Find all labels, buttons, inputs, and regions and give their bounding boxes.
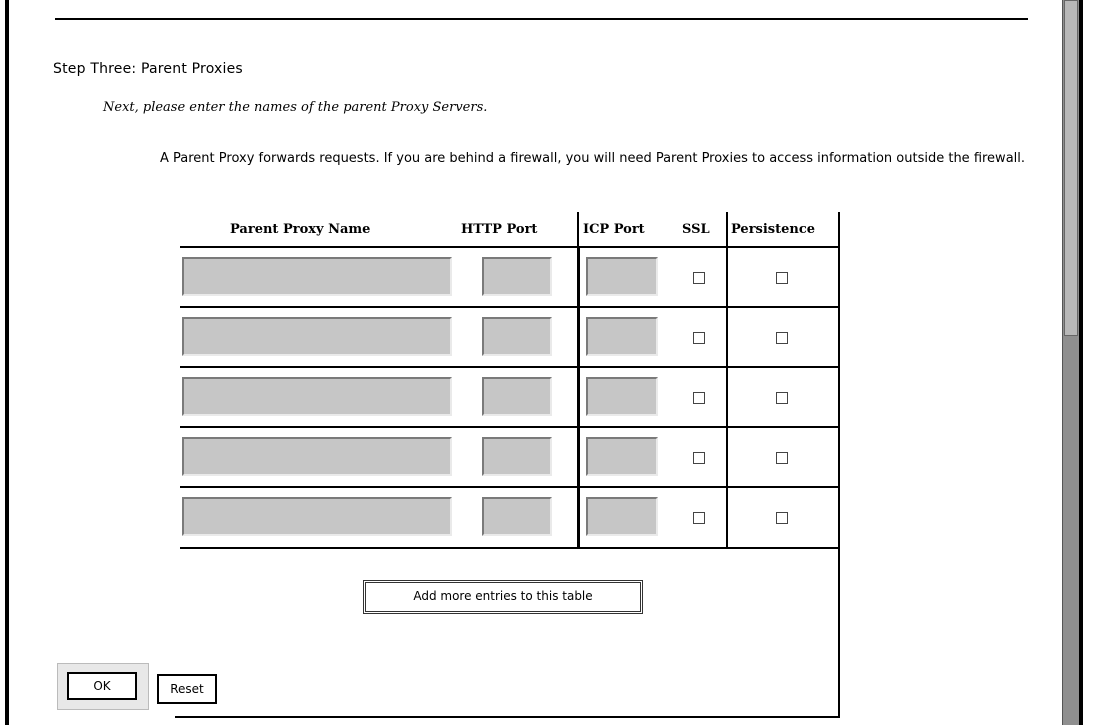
- description-text: A Parent Proxy forwards requests. If you…: [160, 151, 1026, 166]
- ok-button[interactable]: OK: [67, 672, 137, 700]
- proxy-name-input[interactable]: [182, 437, 452, 476]
- right-frame-border: [1079, 0, 1100, 725]
- column-divider: [577, 248, 580, 548]
- icp-port-input[interactable]: [586, 257, 658, 296]
- proxy-name-input[interactable]: [182, 377, 452, 416]
- table-bottom-border: [175, 716, 840, 718]
- icp-port-input[interactable]: [586, 497, 658, 536]
- step-heading: Step Three: Parent Proxies: [53, 61, 243, 77]
- http-port-input[interactable]: [482, 317, 552, 356]
- ssl-checkbox[interactable]: [693, 512, 705, 524]
- ssl-checkbox[interactable]: [693, 272, 705, 284]
- row-divider: [180, 547, 840, 549]
- column-header-icp-port: ICP Port: [583, 222, 645, 237]
- column-header-name: Parent Proxy Name: [230, 222, 371, 237]
- column-header-ssl: SSL: [682, 222, 710, 237]
- persistence-checkbox[interactable]: [776, 332, 788, 344]
- icp-port-input[interactable]: [586, 377, 658, 416]
- ok-button-frame: OK: [57, 663, 149, 710]
- http-port-input[interactable]: [482, 377, 552, 416]
- add-entries-button[interactable]: Add more entries to this table: [363, 580, 643, 614]
- http-port-input[interactable]: [482, 257, 552, 296]
- ssl-checkbox[interactable]: [693, 332, 705, 344]
- row-divider: [180, 366, 840, 368]
- persistence-checkbox[interactable]: [776, 512, 788, 524]
- proxy-name-input[interactable]: [182, 497, 452, 536]
- icp-port-input[interactable]: [586, 437, 658, 476]
- http-port-input[interactable]: [482, 497, 552, 536]
- proxy-name-input[interactable]: [182, 317, 452, 356]
- reset-button[interactable]: Reset: [157, 674, 217, 704]
- row-divider: [180, 426, 840, 428]
- http-port-input[interactable]: [482, 437, 552, 476]
- persistence-checkbox[interactable]: [776, 452, 788, 464]
- proxy-name-input[interactable]: [182, 257, 452, 296]
- persistence-checkbox[interactable]: [776, 272, 788, 284]
- persistence-checkbox[interactable]: [776, 392, 788, 404]
- column-divider: [726, 212, 728, 548]
- left-frame-border: [0, 0, 9, 725]
- row-divider: [180, 246, 840, 248]
- table-right-border: [838, 212, 840, 718]
- top-divider: [55, 18, 1028, 20]
- scrollbar-thumb[interactable]: [1064, 0, 1078, 336]
- vertical-scrollbar[interactable]: [1062, 0, 1080, 725]
- parent-proxy-table: Parent Proxy Name HTTP Port ICP Port SSL…: [175, 212, 841, 718]
- column-divider: [577, 212, 579, 248]
- column-header-http-port: HTTP Port: [461, 222, 538, 237]
- ssl-checkbox[interactable]: [693, 392, 705, 404]
- icp-port-input[interactable]: [586, 317, 658, 356]
- instruction-text: Next, please enter the names of the pare…: [103, 100, 488, 115]
- column-header-persistence: Persistence: [731, 222, 816, 237]
- ssl-checkbox[interactable]: [693, 452, 705, 464]
- row-divider: [180, 486, 840, 488]
- row-divider: [180, 306, 840, 308]
